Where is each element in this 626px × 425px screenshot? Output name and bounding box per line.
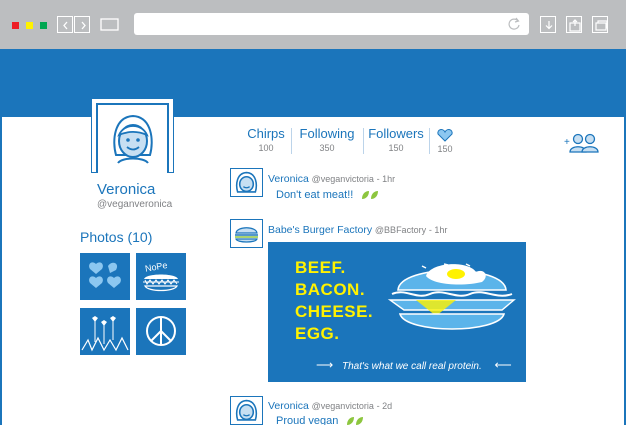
sponsored-ad[interactable]: BEEF. BACON. CHEESE. EGG. ⟶ That's what … (268, 242, 526, 382)
post-header: Veronica @veganvictoria - 1hr (268, 173, 395, 185)
post-avatar[interactable] (230, 168, 263, 197)
post-avatar[interactable] (230, 396, 263, 425)
hearts-icon (89, 262, 121, 288)
share-button[interactable] (566, 16, 582, 33)
heart-icon (437, 129, 453, 142)
post-header: Veronica @veganvictoria - 2d (268, 400, 392, 412)
photo-thumb[interactable] (80, 253, 130, 300)
back-button[interactable] (57, 16, 73, 33)
chevron-right-icon (81, 21, 86, 30)
stat-value: 150 (437, 144, 453, 154)
photo-thumb[interactable] (80, 308, 130, 355)
stat-label: Following (299, 126, 355, 141)
stat-divider (291, 128, 292, 154)
arrow-left-icon: ⟵ (494, 358, 512, 372)
sidebar-button[interactable] (98, 16, 121, 33)
post-text: Proud vegan (276, 415, 365, 425)
stat-value: 350 (319, 143, 335, 153)
stat-followers[interactable]: Followers 150 (368, 126, 424, 153)
post-time: 1hr (434, 225, 448, 235)
chevron-left-icon (63, 21, 68, 30)
arrow-right-icon: ⟶ (316, 358, 334, 372)
share-icon (569, 19, 581, 32)
girl-avatar-icon (235, 399, 258, 421)
leaves-icon (347, 417, 364, 425)
post-header: Babe's Burger Factory @BBFactory - 1hr (268, 224, 447, 236)
profile-name: Veronica (97, 181, 156, 198)
profile-avatar[interactable] (91, 98, 174, 173)
post-avatar[interactable] (230, 219, 263, 248)
stat-value: 150 (388, 143, 404, 153)
post-body: Don't eat meat!! (276, 189, 354, 201)
flowers-icon (81, 316, 129, 352)
post-author[interactable]: Veronica (268, 173, 309, 185)
girl-avatar-icon (235, 171, 258, 193)
close-window-button[interactable] (12, 22, 19, 29)
post-time: 2d (382, 401, 393, 411)
download-icon (545, 21, 553, 30)
stat-divider (363, 128, 364, 154)
ad-line: BEEF. (295, 258, 346, 277)
address-bar[interactable] (134, 13, 529, 35)
post-time: 1hr (382, 174, 396, 184)
maximize-window-button[interactable] (40, 22, 47, 29)
sidebar-icon (100, 18, 119, 31)
ad-line: CHEESE. (295, 302, 374, 321)
reload-icon[interactable] (507, 16, 521, 31)
ad-tagline: ⟶ That's what we call real protein. ⟵ (316, 358, 512, 372)
nope-burger-icon: NoPe (143, 260, 179, 292)
post-handle: @BBFactory (374, 225, 427, 235)
add-user-icon[interactable]: + (564, 132, 600, 154)
ad-line: EGG. (295, 324, 340, 343)
photo-thumb[interactable] (136, 308, 186, 355)
svg-text:+: + (564, 137, 570, 148)
stat-divider (429, 128, 430, 154)
post-handle: @veganvictoria (311, 401, 374, 411)
stat-label: Chirps (247, 126, 285, 141)
post-body: Proud vegan (276, 415, 339, 425)
stat-following[interactable]: Following 350 (298, 126, 356, 153)
photo-thumb[interactable]: NoPe (136, 253, 186, 300)
nope-label: NoPe (144, 260, 168, 274)
avatar-frame (96, 103, 169, 173)
post-author[interactable]: Veronica (268, 400, 309, 412)
post-author[interactable]: Babe's Burger Factory (268, 224, 372, 236)
post-text: Don't eat meat!! (276, 189, 380, 201)
burger-icon (387, 263, 516, 330)
tabs-icon (595, 20, 608, 31)
browser-toolbar (0, 0, 626, 49)
stat-value: 100 (258, 143, 274, 153)
burger-avatar-icon (235, 227, 258, 243)
peace-icon (146, 316, 176, 346)
download-button[interactable] (540, 16, 556, 33)
post-handle: @veganvictoria (311, 174, 374, 184)
profile-handle: @veganveronica (97, 199, 173, 210)
girl-avatar-icon (113, 114, 153, 164)
stat-likes[interactable]: 150 (433, 126, 457, 154)
tabs-button[interactable] (592, 16, 608, 33)
photos-title[interactable]: Photos (10) (80, 229, 152, 245)
ad-line: BACON. (295, 280, 366, 299)
stat-label: Followers (368, 126, 424, 141)
forward-button[interactable] (74, 16, 90, 33)
ad-tagline-text: That's what we call real protein. (341, 361, 482, 372)
minimize-window-button[interactable] (26, 22, 33, 29)
stat-chirps[interactable]: Chirps 100 (247, 126, 285, 153)
leaves-icon (362, 191, 379, 200)
